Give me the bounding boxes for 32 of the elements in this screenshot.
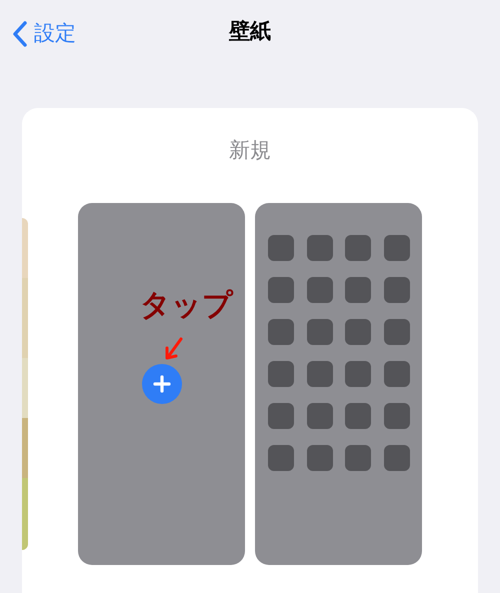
tap-annotation: タップ — [140, 291, 233, 321]
app-icon — [345, 445, 371, 471]
app-icon — [268, 361, 294, 387]
app-icon — [306, 445, 332, 471]
plus-icon — [153, 375, 171, 393]
app-icon — [345, 235, 371, 261]
card-title: 新規 — [229, 137, 271, 164]
arrow-icon — [164, 337, 184, 361]
app-icon — [345, 277, 371, 303]
app-icon — [384, 445, 410, 471]
app-icon — [306, 319, 332, 345]
app-icon — [268, 445, 294, 471]
app-icon — [306, 403, 332, 429]
app-icon — [306, 235, 332, 261]
app-icon — [306, 361, 332, 387]
app-icon — [268, 277, 294, 303]
app-icon — [268, 403, 294, 429]
app-icon — [268, 235, 294, 261]
chevron-left-icon — [12, 20, 28, 48]
app-icon — [345, 319, 371, 345]
app-icon — [384, 319, 410, 345]
app-icon — [345, 361, 371, 387]
app-icon — [384, 361, 410, 387]
nav-title: 壁紙 — [229, 18, 271, 46]
app-icon — [345, 403, 371, 429]
back-button[interactable]: 設定 — [12, 18, 76, 50]
app-icon — [306, 277, 332, 303]
app-icon — [384, 235, 410, 261]
app-icon — [384, 403, 410, 429]
add-button[interactable] — [142, 364, 182, 404]
app-icon — [384, 277, 410, 303]
app-icon — [268, 319, 294, 345]
